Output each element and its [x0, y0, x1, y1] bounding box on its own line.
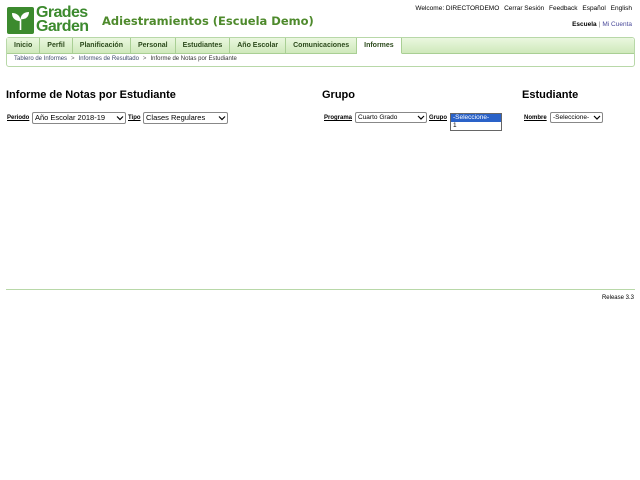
chevron-down-icon — [116, 114, 124, 122]
chevron-down-icon — [417, 114, 425, 122]
welcome-text: Welcome: DIRECTORDEMO — [415, 5, 500, 12]
tab-informes[interactable]: Informes — [357, 38, 402, 54]
mi-cuenta-link[interactable]: Mi Cuenta — [602, 21, 632, 28]
tipo-label: Tipo — [128, 115, 141, 121]
tab-perfil[interactable]: Perfil — [40, 38, 73, 54]
tab-comunicaciones[interactable]: Comunicaciones — [286, 38, 358, 54]
programa-select[interactable]: Cuarto Grado — [355, 112, 427, 123]
tab-estudiantes[interactable]: Estudiantes — [175, 38, 231, 54]
breadcrumb-arrow-icon: > — [142, 56, 147, 62]
chevron-down-icon — [218, 114, 226, 122]
nombre-select[interactable]: -Seleccione- — [550, 112, 603, 123]
chevron-down-icon — [593, 114, 601, 122]
grupo-option[interactable]: -Seleccione- — [451, 114, 501, 122]
grupo-label: Grupo — [429, 115, 447, 121]
periodo-select-value: Año Escolar 2018-19 — [35, 113, 106, 122]
periodo-label: Periodo — [7, 115, 30, 121]
context-switcher: Escuela | Mi Cuenta — [572, 21, 632, 28]
release-version: Release 3.3 — [601, 295, 634, 301]
nombre-label: Nombre — [524, 115, 547, 121]
logo-text-garden: Garden — [36, 18, 89, 35]
breadcrumb-item[interactable]: Informes de Resultado — [79, 56, 139, 62]
breadcrumb-current: Informe de Notas por Estudiante — [150, 56, 237, 62]
grupo-option[interactable]: 1 — [451, 122, 501, 130]
grupo-listbox[interactable]: -Seleccione- 1 — [450, 113, 502, 131]
tab-ano-escolar[interactable]: Año Escolar — [230, 38, 287, 54]
estudiante-title: Estudiante — [522, 89, 579, 101]
breadcrumb-item[interactable]: Tablero de Informes — [14, 56, 67, 62]
logout-link[interactable]: Cerrar Sesión — [504, 5, 544, 12]
grades-garden-logo[interactable]: Grades Garden — [7, 5, 93, 36]
tipo-select-value: Clases Regulares — [146, 113, 206, 122]
language-espanol-link[interactable]: Español — [582, 5, 606, 12]
programa-select-value: Cuarto Grado — [358, 114, 398, 121]
tab-inicio[interactable]: Inicio — [7, 38, 41, 54]
programa-label: Programa — [324, 115, 353, 121]
escuela-link[interactable]: Escuela — [572, 21, 597, 28]
main-navigation: Inicio Perfil Planificación Personal Est… — [6, 37, 635, 67]
report-title: Informe de Notas por Estudiante — [6, 89, 176, 101]
context-separator: | — [598, 21, 601, 28]
periodo-select[interactable]: Año Escolar 2018-19 — [32, 112, 126, 124]
nav-tabs: Inicio Perfil Planificación Personal Est… — [7, 38, 402, 54]
top-links: Welcome: DIRECTORDEMO Cerrar Sesión Feed… — [412, 5, 632, 12]
tab-personal[interactable]: Personal — [130, 38, 176, 54]
tipo-select[interactable]: Clases Regulares — [143, 112, 228, 124]
language-english-link[interactable]: English — [611, 5, 632, 12]
footer-divider — [6, 289, 635, 290]
grupo-title: Grupo — [322, 89, 355, 101]
nombre-select-value: -Seleccione- — [553, 114, 590, 121]
tab-planificacion[interactable]: Planificación — [72, 38, 131, 54]
breadcrumb-arrow-icon: > — [71, 56, 75, 62]
feedback-link[interactable]: Feedback — [549, 5, 578, 12]
plant-leaf-icon — [7, 7, 34, 34]
app-title: Adiestramientos (Escuela Demo) — [102, 14, 314, 28]
breadcrumb: Tablero de Informes > Informes de Resultad… — [14, 56, 237, 62]
